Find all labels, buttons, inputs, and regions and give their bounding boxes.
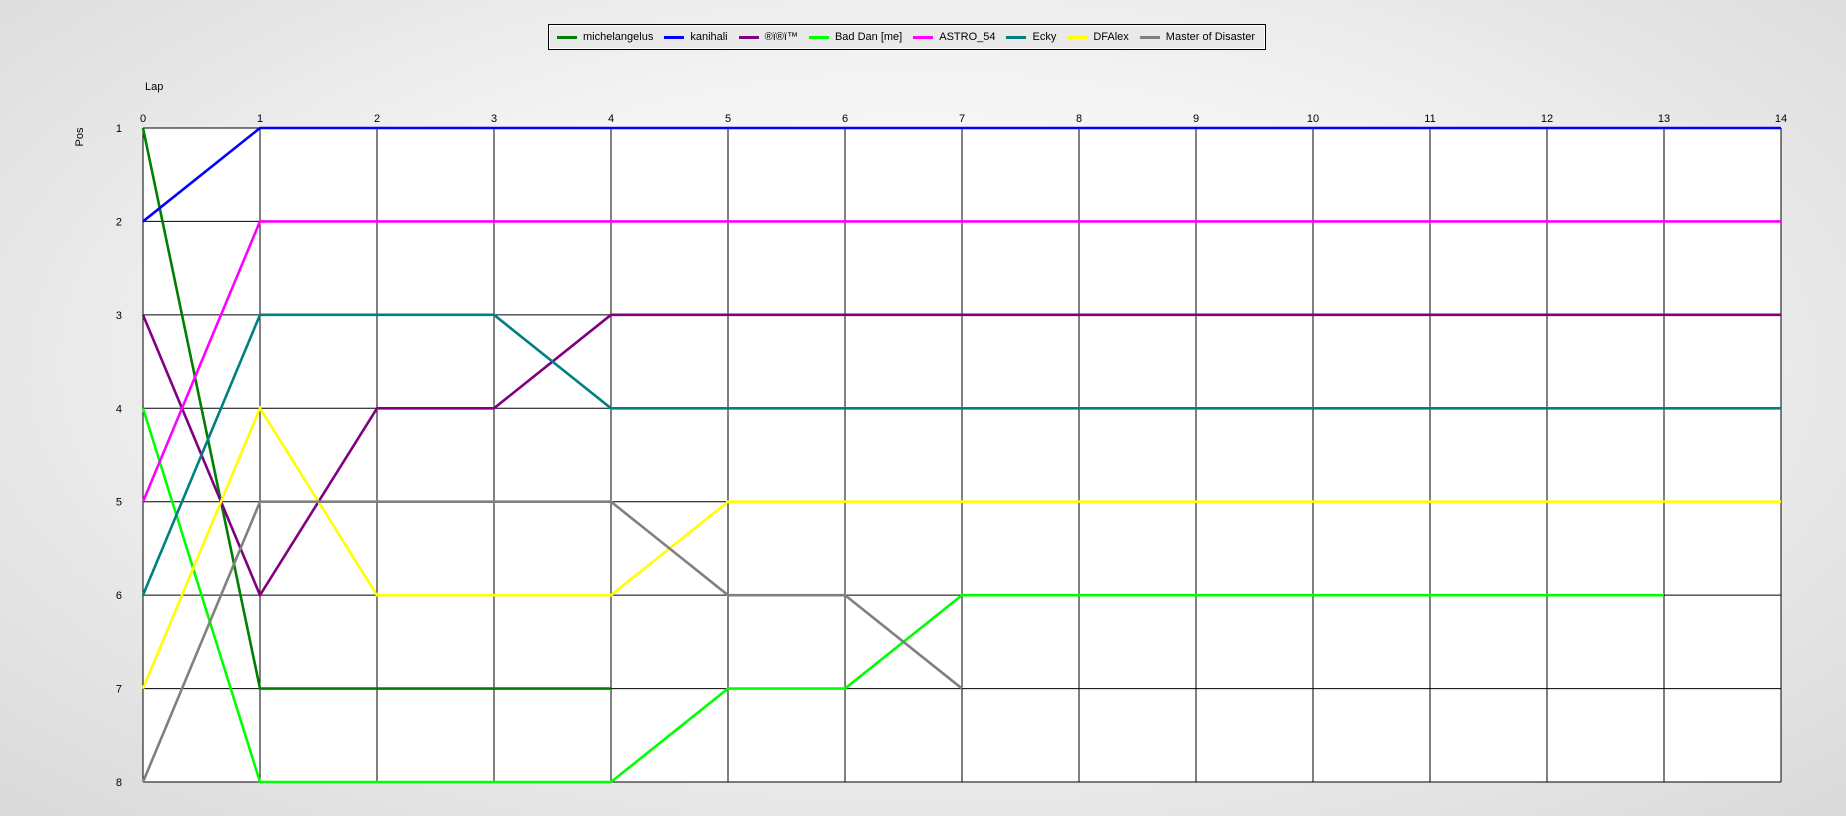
legend-label: Bad Dan [me] (834, 31, 903, 43)
legend-swatch (913, 35, 934, 39)
x-tick-label: 9 (1193, 113, 1199, 125)
x-tick-label: 5 (725, 113, 731, 125)
legend-swatch (808, 35, 829, 39)
y-tick-label: 2 (116, 216, 122, 228)
legend-item: ®ï®ï™ (738, 31, 798, 43)
x-tick-label: 12 (1541, 113, 1553, 125)
x-tick-label: 14 (1775, 113, 1787, 125)
x-tick-label: 4 (608, 113, 614, 125)
x-tick-label: 1 (257, 113, 263, 125)
legend-swatch (1067, 35, 1088, 39)
legend-item: Bad Dan [me] (808, 31, 903, 43)
y-tick-label: 1 (116, 123, 122, 135)
legend-label: DFAlex (1093, 31, 1129, 43)
legend-item: ASTRO_54 (913, 31, 995, 43)
x-tick-label: 8 (1076, 113, 1082, 125)
x-tick-label: 2 (374, 113, 380, 125)
y-tick-label: 8 (116, 777, 122, 789)
x-tick-label: 0 (140, 113, 146, 125)
legend-swatch (1006, 35, 1027, 39)
y-tick-label: 6 (116, 590, 122, 602)
x-tick-label: 10 (1307, 113, 1319, 125)
x-tick-label: 13 (1658, 113, 1670, 125)
legend-swatch (1139, 35, 1160, 39)
legend-item: kanihali (664, 31, 728, 43)
legend: michelangelus kanihali ®ï®ï™ Bad Dan [me] AS… (548, 24, 1267, 50)
legend-label: Master of Disaster (1165, 31, 1256, 43)
legend-item: Ecky (1006, 31, 1056, 43)
y-tick-label: 7 (116, 684, 122, 696)
legend-label: kanihali (690, 31, 728, 43)
y-tick-label: 4 (116, 403, 122, 415)
race-position-chart: 0 1 2 3 4 5 6 7 8 9 10 11 12 13 1412345678 (116, 113, 1787, 789)
y-tick-label: 3 (116, 310, 122, 322)
legend-swatch (738, 35, 759, 39)
y-axis-label: Pos (74, 127, 86, 147)
x-tick-label: 6 (842, 113, 848, 125)
x-tick-label: 3 (491, 113, 497, 125)
legend-label: ASTRO_54 (939, 31, 996, 43)
legend-label: ®ï®ï™ (764, 31, 798, 43)
x-tick-label: 11 (1424, 113, 1435, 125)
x-tick-label: 7 (959, 113, 965, 125)
legend-label: michelangelus (583, 31, 654, 43)
legend-label: Ecky (1032, 31, 1057, 43)
legend-item: michelangelus (557, 31, 653, 43)
x-axis-label: Lap (145, 81, 164, 93)
legend-swatch (557, 35, 577, 39)
legend-swatch (664, 35, 685, 39)
legend-item: DFAlex (1067, 31, 1129, 43)
y-tick-label: 5 (116, 497, 122, 509)
legend-item: Master of Disaster (1139, 31, 1256, 43)
